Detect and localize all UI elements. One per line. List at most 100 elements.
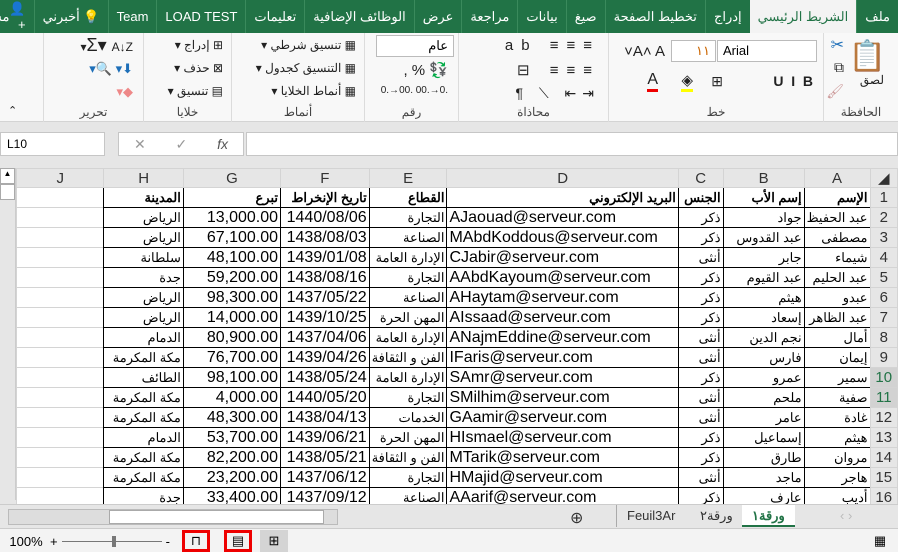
cell[interactable]: هيثم (722, 287, 805, 308)
horizontal-align-icons[interactable]: ≡≡≡ ⊟ (517, 61, 600, 79)
cell[interactable]: عبد القدوس (722, 227, 805, 248)
cell[interactable]: HMajid@serveur.com (446, 467, 679, 488)
cell[interactable]: عارف (722, 487, 805, 504)
cell[interactable]: AAarif@serveur.com (446, 487, 679, 504)
cell[interactable]: ذكر (677, 427, 724, 448)
cell[interactable]: ذكر (677, 307, 724, 328)
cell[interactable]: الرياض (103, 227, 184, 248)
column-header[interactable]: A (803, 168, 871, 188)
cell[interactable]: AHaytam@serveur.com (446, 287, 679, 308)
page-break-view-button[interactable]: ⊓ (182, 530, 210, 552)
header-cell[interactable]: القطاع (368, 187, 448, 208)
cell[interactable]: 14,000.00 (182, 307, 282, 328)
name-box[interactable]: L10 (0, 132, 105, 156)
column-header[interactable]: G (182, 168, 282, 188)
autosum-icon[interactable]: Σ▾ A↓Z▾ (80, 35, 133, 56)
cell[interactable]: 23,200.00 (182, 467, 282, 488)
format-as-table-button[interactable]: ▦ التنسيق كجدول ▾ (256, 61, 356, 75)
cell[interactable]: هاجر (803, 467, 871, 488)
column-header[interactable]: J (16, 168, 105, 188)
cell[interactable]: ذكر (677, 227, 724, 248)
cell-styles-button[interactable]: ▦ أنماط الخلايا ▾ (271, 84, 356, 98)
header-cell[interactable]: المدينة (103, 187, 184, 208)
row-header[interactable]: 14 (869, 447, 898, 468)
cell[interactable]: 80,900.00 (182, 327, 282, 348)
ribbon-tab[interactable]: تخطيط الصفحة (604, 0, 705, 33)
cell[interactable]: 98,300.00 (182, 287, 282, 308)
cell[interactable] (16, 227, 105, 248)
column-header[interactable]: D (446, 168, 679, 188)
header-cell[interactable]: تاريخ الإنخراط (280, 187, 370, 208)
cell[interactable]: مكة المكرمة (103, 407, 184, 428)
cell[interactable] (16, 427, 105, 448)
cell[interactable]: فارس (722, 347, 805, 368)
cell[interactable]: AJaouad@serveur.com (446, 207, 679, 228)
clear-icon[interactable]: ◆▾ (116, 84, 133, 100)
cell[interactable]: أنثى (677, 347, 724, 368)
font-color-icon[interactable]: A (647, 71, 658, 92)
cell[interactable]: عبد الحفيظ (803, 207, 871, 228)
header-cell[interactable] (16, 187, 105, 208)
header-cell[interactable]: البريد الإلكتروني (446, 187, 679, 208)
cell[interactable]: IFaris@serveur.com (446, 347, 679, 368)
cell[interactable]: المهن الحرة (368, 307, 448, 328)
cell[interactable]: 1439/06/21 (280, 427, 370, 448)
row-header[interactable]: 13 (869, 427, 898, 448)
cell[interactable]: الإدارة العامة (368, 247, 448, 268)
cell[interactable] (16, 487, 105, 504)
header-cell[interactable]: إسم الأب (722, 187, 805, 208)
cell[interactable]: 1437/09/12 (280, 487, 370, 504)
grow-font-icon[interactable]: A˄ A˅ (624, 43, 665, 60)
zoom-level[interactable]: 100% (6, 530, 46, 552)
cell[interactable]: عبد القيوم (722, 267, 805, 288)
cell[interactable]: 1437/05/22 (280, 287, 370, 308)
cell[interactable]: التجارة (368, 207, 448, 228)
ribbon-tab[interactable]: تعليمات (245, 0, 304, 33)
cell[interactable]: 67,100.00 (182, 227, 282, 248)
cell[interactable]: مكة المكرمة (103, 467, 184, 488)
row-header[interactable]: 11 (869, 387, 898, 408)
fill-color-icon[interactable]: ◈ (681, 71, 693, 92)
cancel-icon[interactable]: ✕ (134, 136, 146, 153)
cell[interactable]: أنثى (677, 387, 724, 408)
ribbon-tab[interactable]: الشريط الرئيسي (749, 0, 857, 33)
cell[interactable]: مروان (803, 447, 871, 468)
sheet-nav-arrows[interactable]: ‹ › (830, 505, 862, 527)
cell[interactable]: 1438/05/24 (280, 367, 370, 388)
cell[interactable]: غادة (803, 407, 871, 428)
normal-view-button[interactable]: ⊞ (260, 530, 288, 552)
cell[interactable]: CJabir@serveur.com (446, 247, 679, 268)
cell[interactable]: SAmr@serveur.com (446, 367, 679, 388)
cell[interactable]: الرياض (103, 207, 184, 228)
conditional-formatting-button[interactable]: ▦ تنسيق شرطي ▾ (261, 38, 356, 52)
ribbon-tab[interactable]: Team (107, 0, 157, 33)
vertical-scrollbar[interactable]: ▲ (0, 168, 16, 500)
cell[interactable]: مكة المكرمة (103, 347, 184, 368)
column-header[interactable]: B (722, 168, 805, 188)
share-button[interactable]: 👤+ مشاركة (0, 0, 34, 33)
collapse-ribbon-icon[interactable]: ⌃ (8, 104, 17, 117)
cell[interactable]: جواد (722, 207, 805, 228)
format-cells-button[interactable]: ▤ تنسيق ▾ (168, 84, 223, 98)
cell[interactable] (16, 367, 105, 388)
cell[interactable] (16, 387, 105, 408)
cell[interactable]: 82,200.00 (182, 447, 282, 468)
cell[interactable]: ذكر (677, 447, 724, 468)
sheet-tab-3[interactable]: Feuil3Ar (616, 505, 685, 527)
decimal-icons[interactable]: .0→.00 .00→.0 (381, 85, 448, 96)
cut-icon[interactable]: ✂ (831, 35, 844, 55)
cell[interactable]: 53,700.00 (182, 427, 282, 448)
borders-icon[interactable]: ⊞ (711, 73, 723, 90)
cell[interactable]: أنثى (677, 467, 724, 488)
ribbon-tab[interactable]: الوظائف الإضافية (304, 0, 413, 33)
ribbon-tab[interactable]: مراجعة (461, 0, 517, 33)
paste-icon[interactable]: 📋 (849, 39, 886, 74)
cell[interactable]: الصناعة (368, 287, 448, 308)
indent-icons[interactable]: ⇥⇤ ⟋ ¶ (515, 85, 600, 102)
horizontal-scrollbar[interactable] (8, 509, 338, 525)
delete-cells-button[interactable]: ⊠ حذف ▾ (174, 61, 223, 75)
row-header[interactable]: 9 (869, 347, 898, 368)
cell[interactable]: 4,000.00 (182, 387, 282, 408)
cell[interactable]: أنثى (677, 327, 724, 348)
insert-function-icon[interactable]: fx (217, 136, 228, 152)
